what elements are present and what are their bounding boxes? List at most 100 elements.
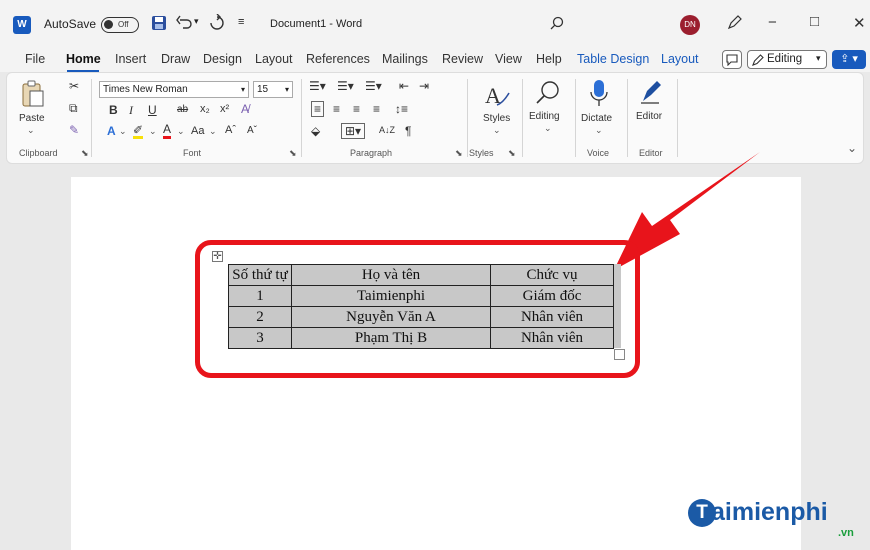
redo-icon[interactable] bbox=[208, 14, 226, 32]
shading-icon[interactable]: ⬙ bbox=[311, 124, 320, 138]
search-icon[interactable] bbox=[550, 16, 564, 30]
bullets-icon[interactable]: ☰▾ bbox=[309, 79, 326, 93]
strikethrough-button[interactable]: ab bbox=[177, 104, 188, 115]
annotation-highlight-box bbox=[195, 240, 640, 378]
tab-layout[interactable]: Layout bbox=[255, 52, 293, 66]
share-icon: ⇪ ▾ bbox=[840, 53, 858, 65]
tab-mailings[interactable]: Mailings bbox=[382, 52, 428, 66]
chevron-down-icon[interactable]: ⌄ bbox=[149, 126, 157, 137]
tab-home[interactable]: Home bbox=[66, 52, 101, 66]
tab-review[interactable]: Review bbox=[442, 52, 483, 66]
tab-insert[interactable]: Insert bbox=[115, 52, 146, 66]
align-center-icon[interactable]: ≡ bbox=[333, 102, 340, 116]
undo-icon[interactable] bbox=[175, 14, 193, 32]
tab-draw[interactable]: Draw bbox=[161, 52, 190, 66]
shrink-font-button[interactable]: Aˇ bbox=[247, 125, 257, 136]
group-divider bbox=[522, 79, 523, 157]
tab-table-layout[interactable]: Layout bbox=[661, 52, 699, 66]
paste-icon[interactable] bbox=[21, 79, 45, 109]
chevron-down-icon[interactable]: ⌄ bbox=[493, 125, 501, 136]
maximize-button[interactable]: □ bbox=[810, 13, 819, 30]
comments-button[interactable] bbox=[722, 50, 742, 69]
styles-group-label: Styles bbox=[469, 148, 494, 158]
multilevel-list-icon[interactable]: ☰▾ bbox=[365, 79, 382, 93]
group-divider bbox=[677, 79, 678, 157]
font-size-combo[interactable]: 15 ▾ bbox=[253, 81, 293, 98]
editing-label[interactable]: Editing bbox=[529, 111, 560, 122]
title-bar: W AutoSave Off ▾ ≡ Document1 - Word DN −… bbox=[0, 0, 870, 48]
microphone-icon[interactable] bbox=[589, 79, 609, 109]
styles-icon[interactable]: A bbox=[483, 81, 511, 109]
logo-wordmark: aimienphi bbox=[711, 498, 828, 526]
superscript-button[interactable]: x² bbox=[220, 103, 229, 115]
italic-button[interactable]: I bbox=[129, 103, 133, 118]
autosave-state: Off bbox=[118, 20, 129, 29]
minimize-button[interactable]: − bbox=[768, 14, 777, 31]
bold-button[interactable]: B bbox=[109, 103, 118, 117]
tab-design[interactable]: Design bbox=[203, 52, 242, 66]
cut-icon[interactable]: ✂ bbox=[69, 79, 79, 93]
chevron-down-icon[interactable]: ⌄ bbox=[544, 123, 552, 134]
highlight-color-icon[interactable]: ✐ bbox=[133, 124, 144, 139]
pen-icon[interactable] bbox=[726, 15, 742, 31]
chevron-down-icon[interactable]: ⌄ bbox=[177, 126, 185, 137]
decrease-indent-icon[interactable]: ⇤ bbox=[399, 79, 409, 93]
collapse-ribbon-icon[interactable]: ⌄ bbox=[847, 141, 857, 155]
sort-button[interactable]: A↓Z bbox=[379, 125, 395, 135]
grow-font-button[interactable]: Aˆ bbox=[225, 124, 236, 136]
format-painter-icon[interactable]: ✎ bbox=[69, 123, 79, 137]
autosave-toggle[interactable]: Off bbox=[101, 17, 139, 33]
editing-mode-label: Editing bbox=[767, 53, 803, 65]
underline-button[interactable]: U bbox=[148, 103, 157, 117]
save-icon[interactable] bbox=[151, 15, 167, 31]
pencil-icon bbox=[752, 54, 764, 66]
editor-icon[interactable] bbox=[639, 79, 663, 105]
borders-icon[interactable]: ⊞▾ bbox=[341, 123, 366, 139]
chevron-down-icon[interactable]: ⌄ bbox=[119, 126, 127, 137]
tab-help[interactable]: Help bbox=[536, 52, 562, 66]
paste-label[interactable]: Paste bbox=[19, 113, 45, 124]
tab-table-design[interactable]: Table Design bbox=[577, 52, 649, 66]
customize-toolbar-icon[interactable]: ≡ bbox=[238, 16, 244, 28]
group-divider bbox=[467, 79, 468, 157]
find-icon[interactable] bbox=[535, 80, 561, 106]
copy-icon[interactable]: ⧉ bbox=[69, 101, 78, 116]
tab-references[interactable]: References bbox=[306, 52, 370, 66]
font-name-value: Times New Roman bbox=[103, 84, 188, 95]
close-button[interactable]: ✕ bbox=[853, 14, 866, 32]
show-marks-button[interactable]: ¶ bbox=[405, 124, 411, 138]
increase-indent-icon[interactable]: ⇥ bbox=[419, 79, 429, 93]
align-right-icon[interactable]: ≡ bbox=[353, 102, 360, 116]
dictate-label[interactable]: Dictate bbox=[581, 113, 612, 124]
user-avatar[interactable]: DN bbox=[680, 15, 700, 35]
clear-formatting-icon[interactable]: A̸ bbox=[241, 102, 249, 116]
editor-label[interactable]: Editor bbox=[636, 111, 662, 122]
numbering-icon[interactable]: ☰▾ bbox=[337, 79, 354, 93]
dialog-launcher-icon[interactable]: ⬊ bbox=[455, 148, 463, 159]
editing-mode-button[interactable]: Editing ▾ bbox=[747, 50, 827, 69]
styles-label[interactable]: Styles bbox=[483, 113, 510, 124]
tab-view[interactable]: View bbox=[495, 52, 522, 66]
chevron-down-icon[interactable]: ⌄ bbox=[209, 126, 217, 137]
chevron-down-icon[interactable]: ⌄ bbox=[27, 125, 35, 136]
dialog-launcher-icon[interactable]: ⬊ bbox=[508, 148, 516, 159]
font-color-icon[interactable]: A bbox=[163, 123, 172, 139]
text-effects-icon[interactable]: A bbox=[107, 124, 116, 138]
font-name-combo[interactable]: Times New Roman ▾ bbox=[99, 81, 249, 98]
dialog-launcher-icon[interactable]: ⬊ bbox=[81, 148, 89, 159]
change-case-button[interactable]: Aa bbox=[191, 125, 204, 137]
chevron-down-icon: ▾ bbox=[284, 85, 289, 94]
justify-icon[interactable]: ≡ bbox=[373, 102, 380, 116]
subscript-button[interactable]: x₂ bbox=[200, 103, 210, 115]
group-divider bbox=[575, 79, 576, 157]
align-left-icon[interactable]: ≡ bbox=[311, 101, 325, 117]
share-button[interactable]: ⇪ ▾ bbox=[832, 50, 866, 69]
dialog-launcher-icon[interactable]: ⬊ bbox=[289, 148, 297, 159]
tab-file[interactable]: File bbox=[25, 52, 45, 66]
font-size-value: 15 bbox=[257, 84, 269, 95]
line-spacing-icon[interactable]: ↕≡ bbox=[395, 102, 408, 116]
chevron-down-icon[interactable]: ⌄ bbox=[595, 125, 603, 136]
comment-icon bbox=[726, 54, 738, 66]
group-divider bbox=[91, 79, 92, 157]
undo-dropdown-icon[interactable]: ▾ bbox=[194, 16, 199, 27]
